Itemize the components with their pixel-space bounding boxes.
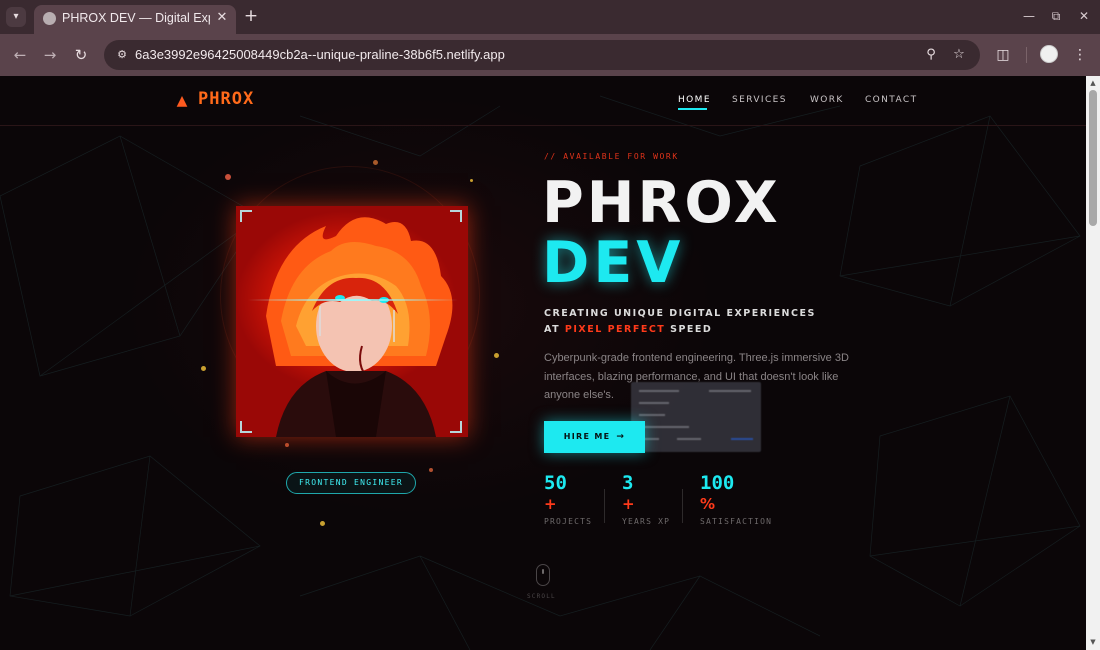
zoom-icon[interactable]: ⚲ <box>922 46 940 64</box>
close-tab-icon[interactable]: ✕ <box>214 10 230 26</box>
particle <box>201 366 206 371</box>
frame-corner <box>450 421 462 433</box>
overlay-line <box>639 390 679 392</box>
role-badge: FRONTEND ENGINEER <box>286 472 416 494</box>
overlay-line <box>709 390 751 392</box>
stat-satisfaction-value: 100 <box>700 472 735 494</box>
arrow-right-icon: → <box>616 432 626 442</box>
overlay-line <box>639 426 689 428</box>
overlay-line <box>677 438 701 440</box>
back-icon[interactable]: ← <box>9 44 31 66</box>
extensions-icon[interactable]: ◫ <box>992 44 1014 66</box>
particle <box>373 160 378 165</box>
page-scrollbar[interactable]: ▲ ▼ <box>1086 76 1100 650</box>
stat-divider <box>604 489 605 523</box>
minimize-icon[interactable]: — <box>1022 9 1036 23</box>
particle <box>470 179 473 182</box>
forward-icon[interactable]: → <box>39 44 61 66</box>
more-menu-icon[interactable]: ⋮ <box>1069 44 1091 66</box>
overlay-line <box>639 414 665 416</box>
subtitle-highlight: PIXEL PERFECT <box>564 324 666 335</box>
frame-corner <box>450 210 462 222</box>
globe-icon <box>43 12 56 25</box>
blurred-overlay-card <box>631 382 761 452</box>
hero-title-line2: DEV <box>542 230 685 296</box>
mouse-wheel <box>542 569 544 574</box>
url-text[interactable]: 6a3e3992e96425008449cb2a--unique-praline… <box>135 47 505 62</box>
particle <box>225 174 231 180</box>
page-viewport: ▲ PHROX HOME SERVICES WORK CONTACT FRONT… <box>0 76 1086 650</box>
particle <box>429 468 433 472</box>
nav-link-contact[interactable]: CONTACT <box>865 95 917 105</box>
stat-projects-label: PROJECTS <box>544 517 593 526</box>
mouse-scroll-icon[interactable] <box>536 564 550 586</box>
toolbar-divider <box>1026 47 1027 63</box>
browser-tab[interactable]: PHROX DEV — Digital Exp ✕ <box>34 5 236 34</box>
reload-icon[interactable]: ↻ <box>70 44 92 66</box>
hero-subtitle: CREATING UNIQUE DIGITAL EXPERIENCES AT P… <box>544 306 816 338</box>
availability-label: // AVAILABLE FOR WORK <box>544 152 679 161</box>
scroll-down-icon[interactable]: ▼ <box>1089 638 1097 646</box>
nav-link-services[interactable]: SERVICES <box>732 95 787 105</box>
subtitle-end: SPEED <box>670 324 713 335</box>
stat-projects-value: 50 <box>544 472 567 494</box>
stat-projects-suffix: + <box>544 495 557 513</box>
site-header: ▲ PHROX HOME SERVICES WORK CONTACT <box>0 76 1086 126</box>
bookmark-star-icon[interactable]: ☆ <box>950 46 968 64</box>
tab-search-icon[interactable]: ▾ <box>6 7 26 27</box>
profile-avatar[interactable] <box>1040 45 1058 63</box>
stat-satisfaction-label: SATISFACTION <box>700 517 773 526</box>
nav-link-home[interactable]: HOME <box>678 95 711 105</box>
particle <box>285 443 289 447</box>
hero-title-line1: PHROX <box>542 170 781 236</box>
scroll-thumb[interactable] <box>1089 90 1097 226</box>
stat-years-value: 3 <box>622 472 634 494</box>
stat-satisfaction-suffix: % <box>700 495 716 513</box>
stat-years-suffix: + <box>622 495 635 513</box>
nav-link-work[interactable]: WORK <box>810 95 844 105</box>
tab-title: PHROX DEV — Digital Exp <box>62 11 210 25</box>
avatar-illustration <box>266 217 453 437</box>
hire-me-button[interactable]: HIRE ME → <box>544 421 645 453</box>
particle <box>494 353 499 358</box>
avatar-portrait <box>236 206 468 437</box>
stat-divider <box>682 489 683 523</box>
site-info-icon[interactable]: ⚙ <box>113 46 131 64</box>
browser-tab-strip: ▾ PHROX DEV — Digital Exp ✕ + — ⧉ ✕ <box>0 0 1100 34</box>
rocket-icon: ▲ <box>176 93 188 109</box>
overlay-line <box>731 438 753 440</box>
scroll-up-icon[interactable]: ▲ <box>1089 79 1097 87</box>
scroll-hint: SCROLL <box>527 593 556 600</box>
address-bar[interactable]: ⚙ 6a3e3992e96425008449cb2a--unique-prali… <box>104 40 980 70</box>
site-logo[interactable]: PHROX <box>198 89 254 109</box>
overlay-line <box>639 402 669 404</box>
frame-corner <box>240 210 252 222</box>
particle <box>320 521 325 526</box>
new-tab-icon[interactable]: + <box>242 7 260 25</box>
subtitle-at: AT <box>544 324 561 335</box>
restore-icon[interactable]: ⧉ <box>1049 9 1063 23</box>
stat-years-label: YEARS XP <box>622 517 671 526</box>
hire-me-label: HIRE ME <box>563 432 611 441</box>
browser-toolbar: ← → ↻ ⚙ 6a3e3992e96425008449cb2a--unique… <box>0 34 1100 76</box>
frame-corner <box>240 421 252 433</box>
active-nav-underline <box>678 108 707 110</box>
subtitle-line1: CREATING UNIQUE DIGITAL EXPERIENCES <box>544 308 816 319</box>
close-window-icon[interactable]: ✕ <box>1077 9 1091 23</box>
scan-line <box>248 299 458 301</box>
